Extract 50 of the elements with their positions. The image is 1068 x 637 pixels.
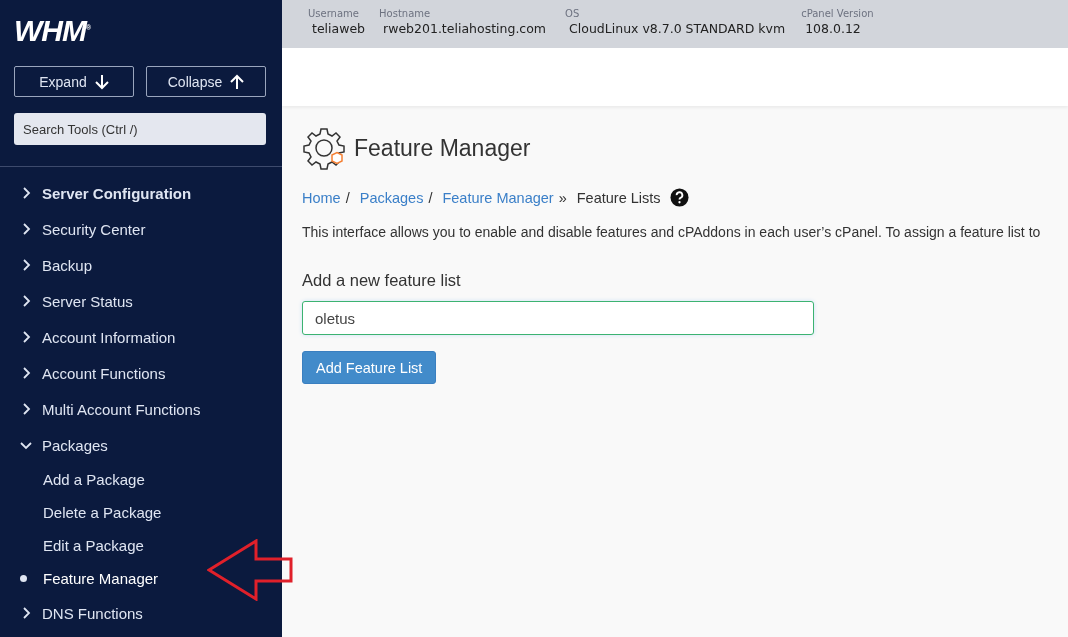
- sidebar-category[interactable]: Server Status: [14, 283, 266, 319]
- sidebar-category[interactable]: DNS Functions: [14, 595, 266, 631]
- chevron-right-icon: [20, 403, 32, 415]
- info-label: Username: [308, 8, 360, 19]
- chevron-right-icon: [20, 187, 32, 199]
- info-value: teliaweb: [311, 21, 366, 36]
- sidebar-category[interactable]: Server Configuration: [14, 175, 266, 211]
- feature-list-name-field[interactable]: oletus: [302, 301, 814, 335]
- breadcrumb-separator: »: [558, 189, 567, 206]
- gear-icon: [302, 126, 346, 170]
- sidebar-item[interactable]: Add a Package: [14, 463, 266, 496]
- chevron-right-icon: [20, 367, 32, 379]
- info-label: cPanel Version: [801, 8, 874, 19]
- sidebar-category[interactable]: Security Center: [14, 211, 266, 247]
- chevron-right-icon: [20, 223, 32, 235]
- arrow-down-icon: [94, 73, 109, 90]
- sidebar-item[interactable]: Delete a Package: [14, 496, 266, 529]
- arrow-up-icon: [230, 73, 245, 90]
- description-text: This interface allows you to enable and disable features and cPAddons in each user’s cPanel. To assign a feature list to: [302, 224, 1042, 240]
- chevron-down-icon: [20, 439, 32, 451]
- breadcrumb-link[interactable]: Packages: [359, 189, 424, 206]
- sidebar-item[interactable]: Edit a Package: [14, 529, 266, 562]
- search-field[interactable]: Search Tools (Ctrl /): [14, 113, 266, 145]
- info-label: Hostname: [379, 8, 432, 19]
- field-label: Add a new feature list: [302, 271, 462, 290]
- info-value: CloudLinux v8.7.0 STANDARD kvm: [568, 21, 786, 36]
- add-feature-list-button[interactable]: Add Feature List: [302, 351, 437, 384]
- info-value: rweb201.teliahosting.com: [382, 21, 547, 36]
- chevron-right-icon: [20, 295, 32, 307]
- chevron-right-icon: [20, 607, 32, 619]
- sidebar-category[interactable]: Packages: [14, 427, 266, 463]
- chevron-right-icon: [20, 259, 32, 271]
- info-label: OS: [565, 8, 581, 19]
- sidebar-item[interactable]: Feature Manager: [14, 562, 266, 595]
- breadcrumb-link[interactable]: Feature Manager: [442, 189, 554, 206]
- sidebar-category[interactable]: Account Information: [14, 319, 266, 355]
- breadcrumb-current: Feature Lists: [576, 189, 661, 206]
- help-icon[interactable]: [669, 188, 689, 207]
- collapse-button[interactable]: Collapse: [146, 66, 266, 97]
- breadcrumb-separator: /: [345, 189, 350, 206]
- info-value: 108.0.12: [804, 21, 862, 36]
- sidebar-category[interactable]: Multi Account Functions: [14, 391, 266, 427]
- sidebar-category[interactable]: Backup: [14, 247, 266, 283]
- breadcrumb-separator: /: [428, 189, 433, 206]
- chevron-right-icon: [20, 331, 32, 343]
- sidebar-category[interactable]: Account Functions: [14, 355, 266, 391]
- whm-logo: WHM$^{®}$: [14, 14, 91, 49]
- page-title: Feature Manager: [354, 134, 531, 162]
- breadcrumb-link[interactable]: Home: [302, 189, 341, 206]
- expand-button[interactable]: Expand: [14, 66, 134, 97]
